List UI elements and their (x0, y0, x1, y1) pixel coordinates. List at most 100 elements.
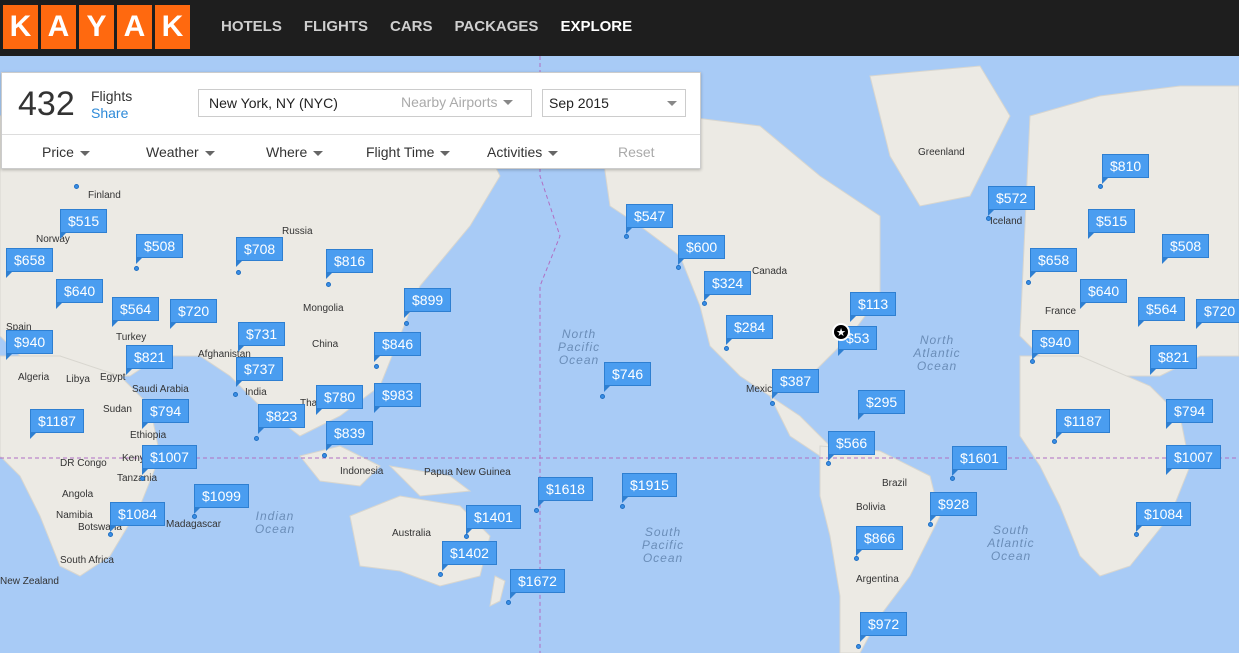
price-tag[interactable]: $846 (374, 332, 422, 362)
destination-dot[interactable] (192, 514, 197, 519)
destination-dot[interactable] (326, 282, 331, 287)
price-tag[interactable]: $566 (828, 431, 876, 461)
destination-dot[interactable] (854, 556, 859, 561)
price-tag[interactable]: $640 (56, 279, 104, 309)
destination-dot[interactable] (1030, 359, 1035, 364)
destination-dot[interactable] (724, 346, 729, 351)
nav-hotels[interactable]: HOTELS (221, 18, 282, 35)
destination-dot[interactable] (856, 644, 861, 649)
filter-activities[interactable]: Activities (487, 144, 559, 160)
price-tag[interactable]: $823 (258, 404, 306, 434)
price-tag[interactable]: $640 (1080, 279, 1128, 309)
price-tag[interactable]: $1618 (538, 477, 593, 507)
price-tag[interactable]: $1915 (622, 473, 677, 503)
destination-dot[interactable] (254, 436, 259, 441)
price-tag[interactable]: $720 (1196, 299, 1239, 329)
filter-where[interactable]: Where (266, 144, 324, 160)
price-tag[interactable]: $816 (326, 249, 374, 279)
filter-weather[interactable]: Weather (146, 144, 215, 160)
price-tag[interactable]: $1007 (142, 445, 197, 475)
price-tag[interactable]: $515 (1088, 209, 1136, 239)
price-tag[interactable]: $1601 (952, 446, 1007, 476)
destination-dot[interactable] (134, 266, 139, 271)
price-tag[interactable]: $940 (1032, 330, 1080, 360)
price-tag[interactable]: $1187 (30, 409, 84, 439)
nav-flights[interactable]: FLIGHTS (304, 18, 368, 35)
destination-dot[interactable] (770, 401, 775, 406)
destination-dot[interactable] (1098, 184, 1103, 189)
price-tag[interactable]: $387 (772, 369, 820, 399)
price-tag[interactable]: $508 (136, 234, 184, 264)
price-tag[interactable]: $794 (1166, 399, 1214, 429)
nav-packages[interactable]: PACKAGES (455, 18, 539, 35)
filter-price[interactable]: Price (42, 144, 90, 160)
price-tag[interactable]: $983 (374, 383, 422, 413)
price-tag[interactable]: $731 (238, 322, 286, 352)
price-tag[interactable]: $1402 (442, 541, 497, 571)
destination-dot[interactable] (140, 476, 145, 481)
destination-dot[interactable] (1052, 439, 1057, 444)
price-tag[interactable]: $547 (626, 204, 674, 234)
destination-dot[interactable] (986, 216, 991, 221)
destination-dot[interactable] (624, 234, 629, 239)
destination-dot[interactable] (438, 572, 443, 577)
price-tag[interactable]: $324 (704, 271, 752, 301)
destination-dot[interactable] (620, 504, 625, 509)
price-tag[interactable]: $1084 (1136, 502, 1191, 532)
price-tag[interactable]: $295 (858, 390, 906, 420)
destination-dot[interactable] (233, 392, 238, 397)
destination-dot[interactable] (506, 600, 511, 605)
price-tag[interactable]: $515 (60, 209, 108, 239)
destination-dot[interactable] (676, 265, 681, 270)
price-tag[interactable]: $658 (1030, 248, 1078, 278)
price-tag[interactable]: $708 (236, 237, 284, 267)
price-tag[interactable]: $866 (856, 526, 904, 556)
destination-dot[interactable] (600, 394, 605, 399)
price-tag[interactable]: $564 (1138, 297, 1186, 327)
price-tag[interactable]: $564 (112, 297, 160, 327)
filter-flight-time[interactable]: Flight Time (366, 144, 451, 160)
destination-dot[interactable] (1134, 532, 1139, 537)
price-tag[interactable]: $1007 (1166, 445, 1221, 475)
nearby-airports-dropdown[interactable]: Nearby Airports (399, 94, 514, 112)
price-tag[interactable]: $600 (678, 235, 726, 265)
price-tag[interactable]: $284 (726, 315, 774, 345)
price-tag[interactable]: $1099 (194, 484, 249, 514)
price-tag[interactable]: $508 (1162, 234, 1210, 264)
price-tag[interactable]: $839 (326, 421, 374, 451)
price-tag[interactable]: $1401 (466, 505, 521, 535)
destination-dot[interactable] (74, 184, 79, 189)
price-tag[interactable]: $821 (126, 345, 174, 375)
price-tag[interactable]: $780 (316, 385, 364, 415)
price-tag[interactable]: $821 (1150, 345, 1198, 375)
destination-dot[interactable] (928, 522, 933, 527)
price-tag[interactable]: $1187 (1056, 409, 1110, 439)
price-tag[interactable]: $658 (6, 248, 54, 278)
price-tag[interactable]: $113 (850, 292, 897, 322)
nav-explore[interactable]: EXPLORE (560, 18, 632, 35)
destination-dot[interactable] (464, 534, 469, 539)
price-tag[interactable]: $810 (1102, 154, 1150, 184)
price-tag[interactable]: $899 (404, 288, 452, 318)
destination-dot[interactable] (236, 270, 241, 275)
price-tag[interactable]: $972 (860, 612, 908, 642)
origin-star-icon[interactable]: ★ (832, 323, 850, 341)
destination-dot[interactable] (404, 321, 409, 326)
kayak-logo[interactable]: K A Y A K (3, 5, 190, 49)
destination-dot[interactable] (1026, 280, 1031, 285)
price-tag[interactable]: $794 (142, 399, 190, 429)
destination-dot[interactable] (374, 364, 379, 369)
price-tag[interactable]: $1672 (510, 569, 565, 599)
price-tag[interactable]: $746 (604, 362, 652, 392)
share-link[interactable]: Share (91, 105, 128, 121)
origin-field[interactable]: New York, NY (NYC) Nearby Airports (198, 89, 532, 117)
destination-dot[interactable] (108, 532, 113, 537)
reset-button[interactable]: Reset (618, 144, 655, 160)
price-tag[interactable]: $940 (6, 330, 54, 360)
destination-dot[interactable] (702, 301, 707, 306)
destination-dot[interactable] (950, 476, 955, 481)
nav-cars[interactable]: CARS (390, 18, 433, 35)
destination-dot[interactable] (826, 461, 831, 466)
price-tag[interactable]: $928 (930, 492, 978, 522)
price-tag[interactable]: $1084 (110, 502, 165, 532)
